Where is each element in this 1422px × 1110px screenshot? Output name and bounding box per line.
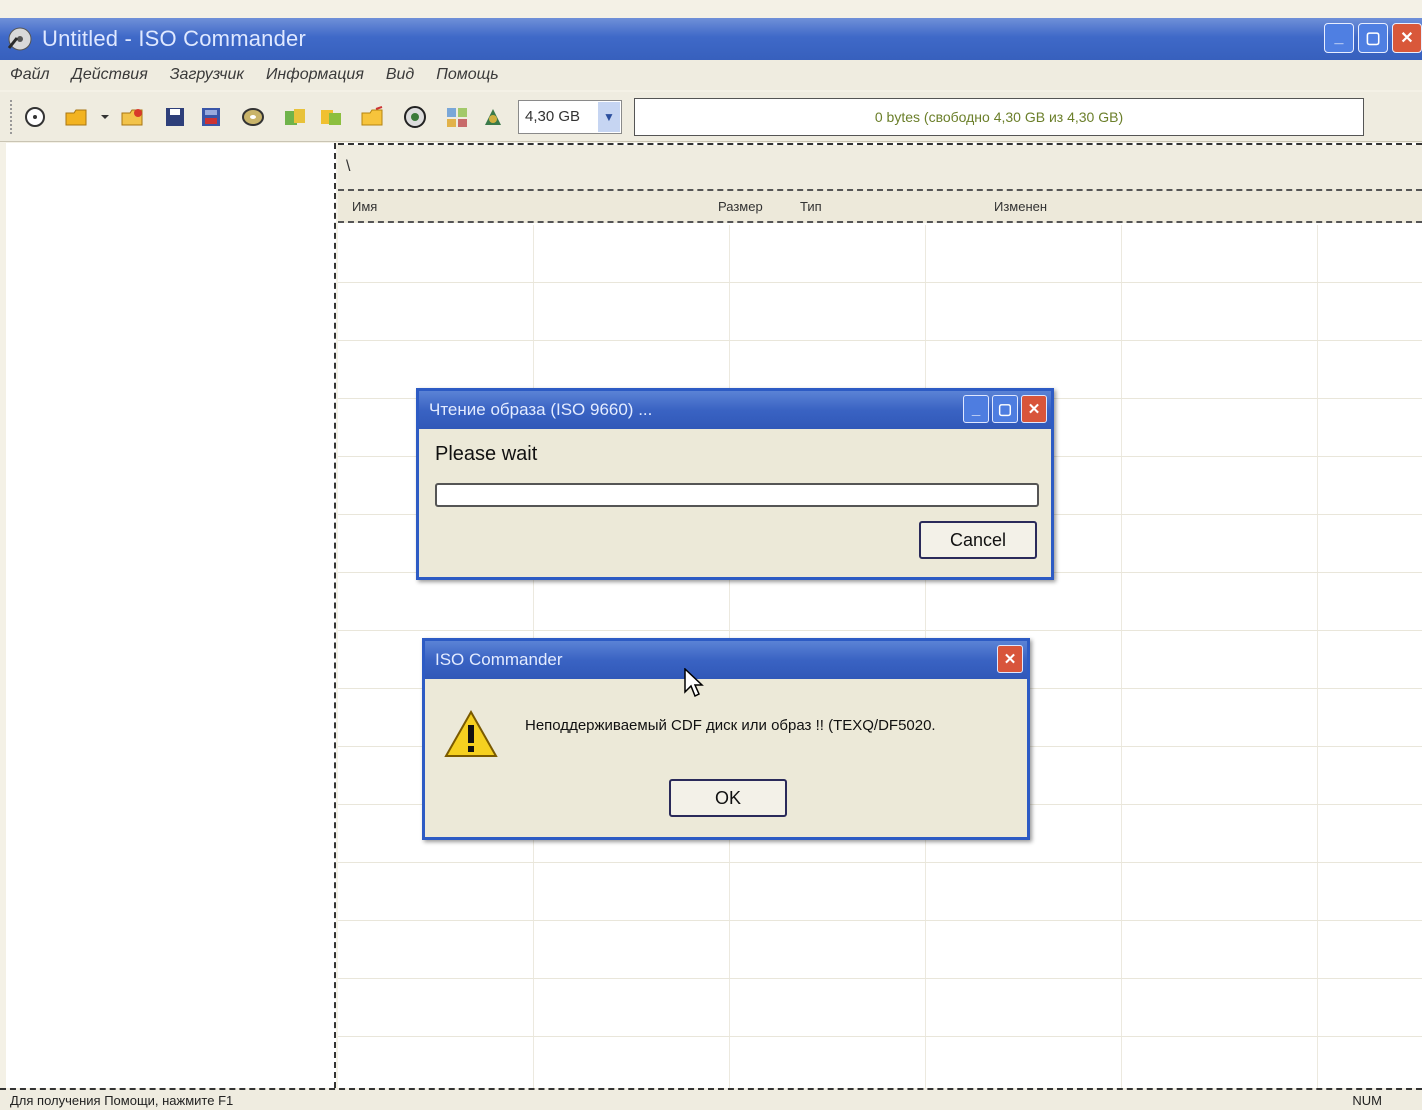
menu-bar: Файл Действия Загрузчик Информация Вид П… xyxy=(0,60,1422,90)
folder-tree-pane[interactable] xyxy=(6,143,336,1088)
column-headers: Имя Размер Тип Изменен xyxy=(338,189,1422,223)
status-bar: Для получения Помощи, нажмите F1 NUM xyxy=(0,1088,1422,1110)
path-bar: \ xyxy=(338,145,1422,189)
menu-view[interactable]: Вид xyxy=(386,66,414,84)
warning-icon xyxy=(443,709,499,759)
save-icon[interactable] xyxy=(160,102,190,132)
progress-dialog-titlebar[interactable]: Чтение образа (ISO 9660) ... _ ▢ ✕ xyxy=(419,391,1051,429)
extract-icon[interactable] xyxy=(280,102,310,132)
column-modified[interactable]: Изменен xyxy=(994,199,1047,214)
status-hint: Для получения Помощи, нажмите F1 xyxy=(10,1092,234,1108)
close-icon[interactable]: ✕ xyxy=(997,645,1023,673)
mouse-cursor-icon xyxy=(684,667,704,698)
app-icon xyxy=(6,25,34,53)
toolbar: 4,30 GB ▼ 0 bytes (свободно 4,30 GB из 4… xyxy=(0,92,1422,142)
add-icon[interactable] xyxy=(316,102,346,132)
file-list-pane[interactable]: \ Имя Размер Тип Изменен xyxy=(338,143,1422,1088)
recent-icon[interactable] xyxy=(118,102,148,132)
menu-actions[interactable]: Действия xyxy=(72,66,148,84)
menu-file[interactable]: Файл xyxy=(10,66,50,84)
settings-icon[interactable] xyxy=(478,102,508,132)
menu-help[interactable]: Помощь xyxy=(436,66,498,84)
open-icon[interactable] xyxy=(62,102,92,132)
maximize-icon[interactable]: ▢ xyxy=(1358,23,1388,53)
please-wait-label: Please wait xyxy=(435,443,538,465)
error-message-dialog: ISO Commander ✕ Неподдерживаемый CDF дис… xyxy=(422,638,1030,840)
capacity-text: 0 bytes (свободно 4,30 GB из 4,30 GB) xyxy=(874,108,1124,125)
error-message-text: Неподдерживаемый CDF диск или образ !! (… xyxy=(525,717,936,734)
open-dropdown-icon[interactable] xyxy=(98,102,112,132)
progress-bar xyxy=(435,483,1039,507)
close-icon[interactable]: ✕ xyxy=(1392,23,1422,53)
window-title: Untitled - ISO Commander xyxy=(42,26,306,51)
disc-size-select[interactable]: 4,30 GB ▼ xyxy=(518,99,622,134)
save-as-icon[interactable] xyxy=(196,102,226,132)
minimize-icon[interactable]: _ xyxy=(963,395,989,423)
column-name[interactable]: Имя xyxy=(352,199,377,214)
folder-icon[interactable] xyxy=(358,102,388,132)
chevron-down-icon[interactable]: ▼ xyxy=(598,101,620,132)
progress-dialog-title: Чтение образа (ISO 9660) ... xyxy=(429,400,653,419)
capacity-indicator: 0 bytes (свободно 4,30 GB из 4,30 GB) xyxy=(634,97,1364,136)
message-dialog-title: ISO Commander xyxy=(435,650,563,669)
new-icon[interactable] xyxy=(20,102,50,132)
progress-dialog: Чтение образа (ISO 9660) ... _ ▢ ✕ Pleas… xyxy=(416,388,1054,580)
toolbar-grip[interactable] xyxy=(10,99,14,134)
message-dialog-titlebar[interactable]: ISO Commander ✕ xyxy=(425,641,1027,679)
minimize-icon[interactable]: _ xyxy=(1324,23,1354,53)
menu-bootloader[interactable]: Загрузчик xyxy=(170,66,244,84)
ok-button[interactable]: OK xyxy=(669,779,787,817)
disc-icon[interactable] xyxy=(238,102,268,132)
maximize-icon[interactable]: ▢ xyxy=(992,395,1018,423)
num-lock-indicator: NUM xyxy=(1352,1092,1382,1108)
close-icon[interactable]: ✕ xyxy=(1021,395,1047,423)
menu-info[interactable]: Информация xyxy=(266,66,364,84)
current-path: \ xyxy=(346,158,351,175)
column-size[interactable]: Размер xyxy=(718,199,763,214)
properties-icon[interactable] xyxy=(442,102,472,132)
main-titlebar: Untitled - ISO Commander _ ▢ ✕ xyxy=(0,18,1422,60)
cancel-button[interactable]: Cancel xyxy=(919,521,1037,559)
disc-size-value: 4,30 GB xyxy=(525,108,581,125)
column-type[interactable]: Тип xyxy=(800,199,822,214)
burn-icon[interactable] xyxy=(400,102,430,132)
